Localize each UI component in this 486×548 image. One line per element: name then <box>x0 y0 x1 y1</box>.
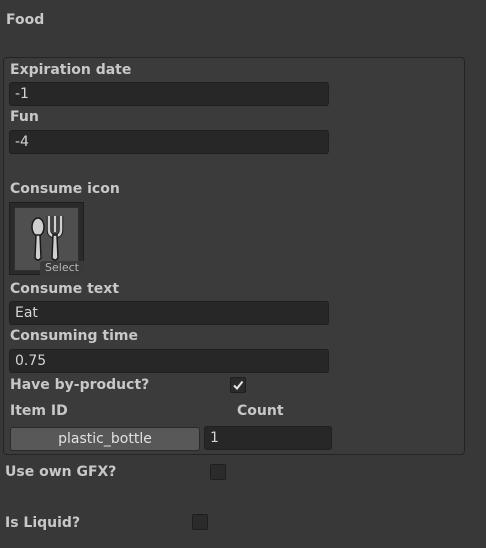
consume-icon-picker[interactable]: Select <box>9 202 84 275</box>
consume-text-label: Consume text <box>10 281 120 297</box>
item-id-label: Item ID <box>10 403 68 419</box>
is-liquid-checkbox[interactable] <box>192 514 208 530</box>
consume-text-field[interactable]: Eat <box>9 301 329 325</box>
count-label: Count <box>237 403 284 419</box>
expiration-date-field[interactable]: -1 <box>9 82 329 106</box>
checkmark-icon <box>233 380 244 391</box>
expiration-date-label: Expiration date <box>10 62 132 78</box>
consume-icon-label: Consume icon <box>10 181 120 197</box>
have-byproduct-label: Have by-product? <box>10 377 150 393</box>
icon-select-button[interactable]: Select <box>40 261 84 275</box>
is-liquid-label: Is Liquid? <box>5 515 81 531</box>
section-title: Food <box>6 12 45 28</box>
count-field[interactable]: 1 <box>204 426 332 450</box>
fun-label: Fun <box>10 109 39 125</box>
consuming-time-field[interactable]: 0.75 <box>9 349 329 373</box>
use-own-gfx-checkbox[interactable] <box>210 464 226 480</box>
item-id-button[interactable]: plastic_bottle <box>10 427 200 451</box>
have-byproduct-checkbox[interactable] <box>230 377 246 393</box>
use-own-gfx-label: Use own GFX? <box>5 464 117 480</box>
fun-field[interactable]: -4 <box>9 130 329 154</box>
consuming-time-label: Consuming time <box>10 328 138 344</box>
